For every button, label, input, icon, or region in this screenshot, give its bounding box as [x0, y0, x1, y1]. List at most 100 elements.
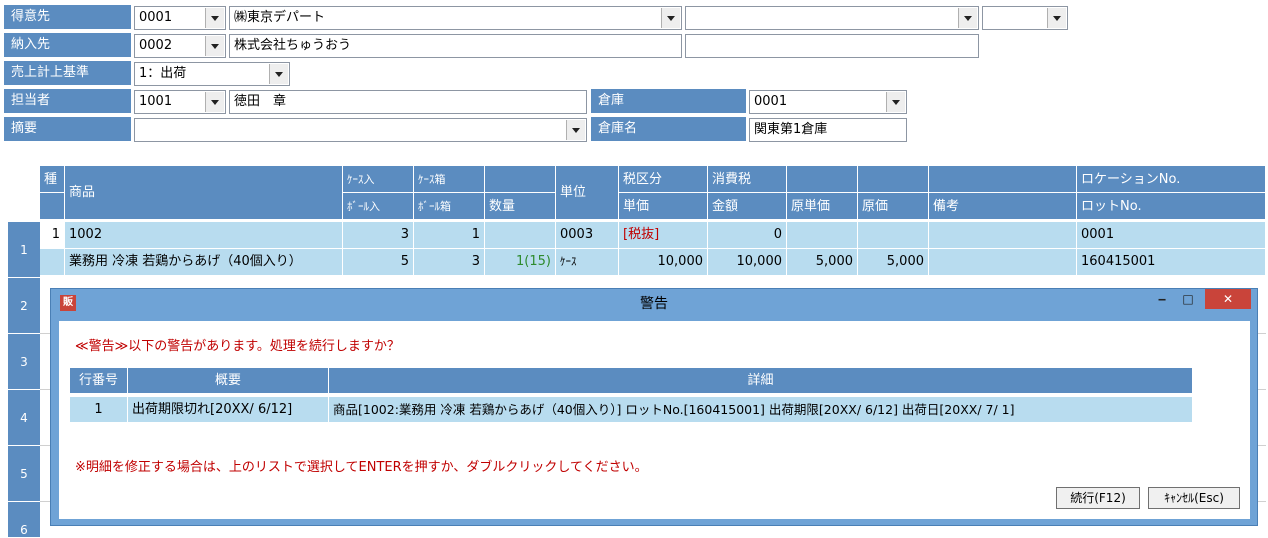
row1-kind-sub[interactable] [40, 249, 65, 276]
minimize-icon[interactable]: ‒ [1149, 289, 1175, 309]
maximize-icon[interactable]: □ [1175, 289, 1201, 309]
row1-case-qty[interactable]: 3 [343, 222, 414, 249]
row1-cost[interactable]: 5,000 [858, 249, 929, 276]
row1-tax-class[interactable]: [税抜] [619, 222, 708, 249]
chevron-down-icon[interactable] [566, 120, 585, 140]
row1-consumption-tax[interactable]: 0 [708, 222, 787, 249]
col-detail-header: 詳細 [329, 368, 1193, 393]
chevron-down-icon[interactable] [205, 36, 224, 56]
row1-case-box[interactable]: 1 [414, 222, 485, 249]
row-number[interactable]: 4 [8, 390, 40, 446]
row1-cost-unit-price[interactable]: 5,000 [787, 249, 858, 276]
customer-code-value: 0001 [139, 10, 173, 25]
chevron-down-icon[interactable] [205, 8, 224, 28]
summary-select[interactable] [134, 118, 587, 142]
col-product-header: 商品 [65, 166, 343, 220]
col-case-box-header: ｹｰｽ箱 [414, 166, 485, 193]
col-ball-qty-header: ﾎﾞｰﾙ入 [343, 193, 414, 220]
warning-dialog: 販 警告 ‒ □ ✕ ≪警告≫以下の警告があります。処理を続行しますか？ 行番号… [50, 288, 1258, 526]
staff-code-value: 1001 [139, 94, 173, 109]
col-cost-header: 原価 [858, 193, 929, 220]
sales-basis-label: 売上計上基準 [3, 60, 132, 86]
staff-label: 担当者 [3, 88, 132, 114]
staff-code-select[interactable]: 1001 [134, 90, 226, 114]
col-cost-unit-price-header-top [787, 166, 858, 193]
col-ball-box-header: ﾎﾞｰﾙ箱 [414, 193, 485, 220]
row1-cost-unit-price-top[interactable] [787, 222, 858, 249]
col-unit-header: 単位 [556, 166, 619, 220]
row1-quantity-top[interactable] [485, 222, 556, 249]
warning-overview[interactable]: 出荷期限切れ[20XX/ 6/12] [128, 397, 329, 422]
warehouse-code-select[interactable]: 0001 [749, 90, 907, 114]
chevron-down-icon[interactable] [205, 92, 224, 112]
delivery-extra-field[interactable] [685, 34, 979, 58]
row1-product-name[interactable]: 業務用 冷凍 若鶏からあげ（40個入り） [65, 249, 343, 276]
row-number[interactable]: 6 [8, 502, 40, 538]
col-location-header: ロケーションNo. [1077, 166, 1266, 193]
warning-row-no[interactable]: 1 [70, 397, 128, 422]
row1-remarks-top[interactable] [929, 222, 1077, 249]
chevron-down-icon[interactable] [661, 8, 680, 28]
delivery-name-field[interactable]: 株式会社ちゅうおう [229, 34, 682, 58]
cancel-button[interactable]: ｷｬﾝｾﾙ(Esc) [1148, 487, 1240, 509]
row-number[interactable]: 2 [8, 278, 40, 334]
delivery-code-select[interactable]: 0002 [134, 34, 226, 58]
row1-ball-box[interactable]: 3 [414, 249, 485, 276]
warehouse-name-label: 倉庫名 [590, 116, 747, 142]
col-remarks-header-top [929, 166, 1077, 193]
warning-detail[interactable]: 商品[1002:業務用 冷凍 若鶏からあげ（40個入り）] ロットNo.[160… [329, 397, 1193, 422]
sales-basis-select[interactable]: 1：出荷 [134, 62, 290, 86]
col-consumption-tax-header: 消費税 [708, 166, 787, 193]
dialog-body: ≪警告≫以下の警告があります。処理を続行しますか？ 行番号 概要 詳細 1 出荷… [59, 321, 1250, 519]
customer-extra2-select[interactable] [982, 6, 1068, 30]
row1-unit-code[interactable]: 0003 [556, 222, 619, 249]
row1-location[interactable]: 0001 [1077, 222, 1266, 249]
chevron-down-icon[interactable] [269, 64, 288, 84]
warning-message: ≪警告≫以下の警告があります。処理を続行しますか？ [75, 339, 400, 354]
customer-extra-select[interactable] [685, 6, 979, 30]
col-cost-unit-price-header: 原単価 [787, 193, 858, 220]
row1-lot[interactable]: 160415001 [1077, 249, 1266, 276]
row-number[interactable]: 5 [8, 446, 40, 502]
row1-ball-qty[interactable]: 5 [343, 249, 414, 276]
continue-button[interactable]: 続行(F12) [1056, 487, 1140, 509]
chevron-down-icon[interactable] [1047, 8, 1066, 28]
row1-product-code[interactable]: 1002 [65, 222, 343, 249]
customer-name-select[interactable]: ㈱東京デパート [229, 6, 682, 30]
warehouse-code-value: 0001 [754, 94, 788, 109]
delivery-label: 納入先 [3, 32, 132, 58]
col-kind-header: 種 [40, 166, 65, 193]
delivery-code-value: 0002 [139, 38, 173, 53]
customer-name-value: ㈱東京デパート [234, 10, 326, 25]
row1-quantity[interactable]: 1(15) [485, 249, 556, 276]
summary-label: 摘要 [3, 116, 132, 142]
col-cost-header-top [858, 166, 929, 193]
row-number[interactable]: 3 [8, 334, 40, 390]
warehouse-name-field: 関東第1倉庫 [749, 118, 907, 142]
customer-label: 得意先 [3, 4, 132, 30]
row1-cost-top[interactable] [858, 222, 929, 249]
close-icon[interactable]: ✕ [1205, 289, 1251, 309]
row1-unit-name[interactable]: ｹｰｽ [556, 249, 619, 276]
staff-name-field[interactable]: 徳田 章 [229, 90, 587, 114]
row1-unit-price[interactable]: 10,000 [619, 249, 708, 276]
customer-code-select[interactable]: 0001 [134, 6, 226, 30]
sales-basis-value: 1：出荷 [139, 66, 187, 81]
col-quantity-header: 数量 [485, 193, 556, 220]
chevron-down-icon[interactable] [886, 92, 905, 112]
chevron-down-icon[interactable] [958, 8, 977, 28]
instruction-note: ※明細を修正する場合は、上のリストで選択してENTERを押すか、ダブルクリックし… [75, 460, 648, 475]
row-number[interactable]: 1 [8, 222, 40, 278]
col-tax-class-header: 税区分 [619, 166, 708, 193]
col-unit-price-header: 単価 [619, 193, 708, 220]
row1-kind[interactable]: 1 [40, 222, 65, 249]
row1-remarks[interactable] [929, 249, 1077, 276]
col-overview-header: 概要 [128, 368, 329, 393]
row1-amount[interactable]: 10,000 [708, 249, 787, 276]
col-row-no-header: 行番号 [70, 368, 128, 393]
col-case-qty-header: ｹｰｽ入 [343, 166, 414, 193]
dialog-title: 警告 [640, 296, 668, 312]
warehouse-label: 倉庫 [590, 88, 747, 114]
col-kind-header-sub [40, 193, 65, 220]
col-remarks-header: 備考 [929, 193, 1077, 220]
